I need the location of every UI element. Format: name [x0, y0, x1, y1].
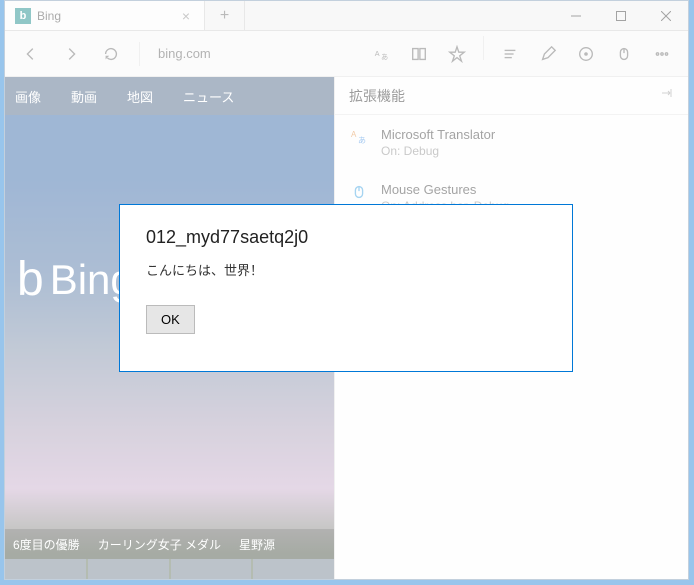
ok-button[interactable]: OK — [146, 305, 195, 334]
alert-dialog: 012_myd77saetq2j0 こんにちは、世界！ OK — [119, 204, 573, 372]
dialog-title: 012_myd77saetq2j0 — [146, 227, 546, 248]
dialog-message: こんにちは、世界！ — [146, 260, 546, 279]
